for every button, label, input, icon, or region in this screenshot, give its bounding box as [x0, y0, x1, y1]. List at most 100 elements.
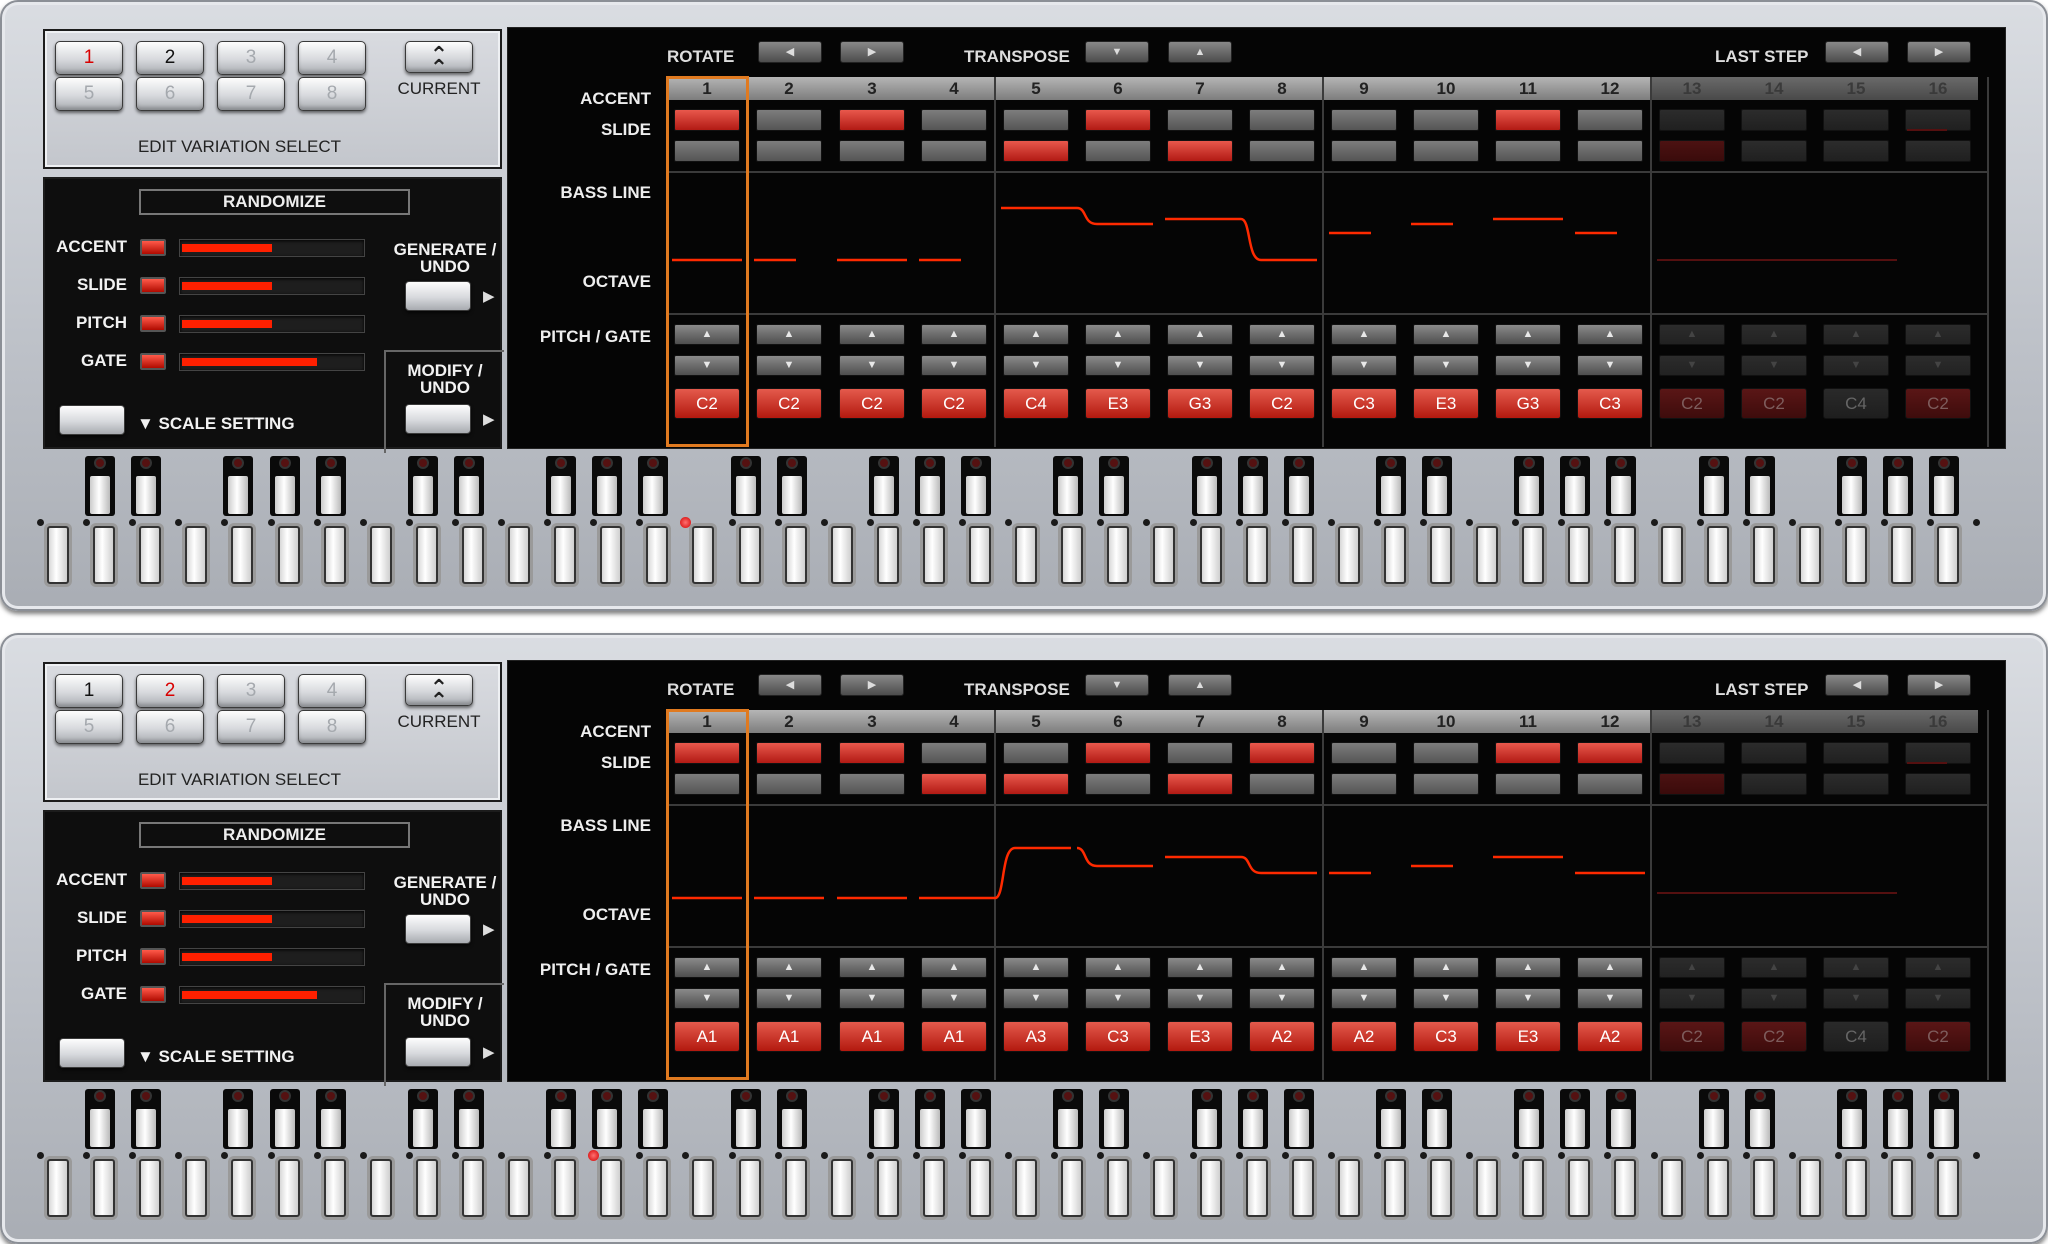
randomize-accent-toggle[interactable]: [140, 872, 166, 889]
white-key[interactable]: [323, 526, 346, 584]
black-key[interactable]: [638, 1089, 669, 1149]
white-key[interactable]: [830, 526, 853, 584]
white-key[interactable]: [461, 526, 484, 584]
white-key[interactable]: [1476, 526, 1499, 584]
black-key[interactable]: [730, 456, 761, 516]
black-key[interactable]: [1836, 456, 1867, 516]
white-key[interactable]: [93, 1159, 116, 1217]
randomize-pitch-slider[interactable]: [179, 315, 365, 333]
white-key[interactable]: [1199, 1159, 1222, 1217]
black-key[interactable]: [1375, 456, 1406, 516]
variation-button-6[interactable]: 6: [136, 710, 204, 744]
white-key[interactable]: [922, 1159, 945, 1217]
randomize-button[interactable]: RANDOMIZE: [139, 822, 410, 848]
black-key[interactable]: [131, 456, 162, 516]
black-key[interactable]: [961, 1089, 991, 1149]
black-key[interactable]: [592, 1089, 623, 1149]
black-key[interactable]: [1283, 456, 1314, 516]
white-key[interactable]: [508, 526, 530, 584]
black-key[interactable]: [914, 456, 945, 516]
black-key[interactable]: [1053, 456, 1084, 516]
white-key[interactable]: [1522, 1159, 1545, 1217]
black-key[interactable]: [315, 456, 346, 516]
white-key[interactable]: [47, 526, 69, 584]
randomize-gate-slider[interactable]: [179, 353, 365, 371]
current-button[interactable]: ⌃ ⌃: [405, 674, 473, 712]
white-key[interactable]: [1614, 526, 1637, 584]
white-key[interactable]: [1568, 1159, 1591, 1217]
randomize-gate-toggle[interactable]: [140, 986, 166, 1003]
variation-button-3[interactable]: 3: [217, 41, 285, 75]
white-key[interactable]: [554, 526, 577, 584]
black-key[interactable]: [1698, 1089, 1729, 1149]
black-key[interactable]: [223, 456, 254, 516]
randomize-button[interactable]: RANDOMIZE: [139, 189, 410, 215]
white-key[interactable]: [1061, 1159, 1084, 1217]
white-key[interactable]: [139, 526, 162, 584]
black-key[interactable]: [868, 1089, 899, 1149]
black-key[interactable]: [1283, 1089, 1314, 1149]
white-key[interactable]: [1937, 526, 1960, 584]
white-key[interactable]: [1706, 526, 1729, 584]
white-key[interactable]: [1568, 526, 1591, 584]
white-key[interactable]: [231, 1159, 254, 1217]
white-key[interactable]: [692, 1159, 715, 1217]
white-key[interactable]: [1937, 1159, 1960, 1217]
white-key[interactable]: [1844, 526, 1867, 584]
white-key[interactable]: [1430, 1159, 1452, 1217]
black-key[interactable]: [1237, 1089, 1268, 1149]
white-key[interactable]: [1015, 526, 1038, 584]
black-key[interactable]: [1514, 1089, 1545, 1149]
randomize-pitch-toggle[interactable]: [140, 315, 166, 332]
white-key[interactable]: [1107, 526, 1130, 584]
white-key[interactable]: [1061, 526, 1084, 584]
black-key[interactable]: [1422, 456, 1452, 516]
randomize-slide-toggle[interactable]: [140, 910, 166, 927]
white-key[interactable]: [461, 1159, 484, 1217]
scale-setting-label[interactable]: ▼ SCALE SETTING: [137, 409, 295, 439]
white-key[interactable]: [1153, 526, 1176, 584]
white-key[interactable]: [185, 526, 208, 584]
black-key[interactable]: [1698, 456, 1729, 516]
white-key[interactable]: [139, 1159, 162, 1217]
white-key[interactable]: [1706, 1159, 1729, 1217]
variation-button-6[interactable]: 6: [136, 77, 204, 111]
black-key[interactable]: [1237, 456, 1268, 516]
white-key[interactable]: [1476, 1159, 1499, 1217]
white-key[interactable]: [93, 526, 116, 584]
black-key[interactable]: [1191, 1089, 1222, 1149]
black-key[interactable]: [1883, 456, 1913, 516]
white-key[interactable]: [922, 526, 945, 584]
white-key[interactable]: [876, 1159, 899, 1217]
black-key[interactable]: [85, 456, 116, 516]
randomize-slide-toggle[interactable]: [140, 277, 166, 294]
white-key[interactable]: [1337, 526, 1360, 584]
variation-button-1[interactable]: 1: [55, 674, 123, 708]
black-key[interactable]: [1191, 456, 1222, 516]
modify-undo-button[interactable]: [405, 1037, 471, 1067]
white-key[interactable]: [47, 1159, 69, 1217]
black-key[interactable]: [638, 456, 669, 516]
white-key[interactable]: [1798, 526, 1821, 584]
black-key[interactable]: [1099, 1089, 1130, 1149]
white-key[interactable]: [1660, 1159, 1683, 1217]
randomize-accent-toggle[interactable]: [140, 239, 166, 256]
variation-button-8[interactable]: 8: [298, 77, 366, 111]
black-key[interactable]: [407, 1089, 438, 1149]
modify-undo-button[interactable]: [405, 404, 471, 434]
white-key[interactable]: [692, 526, 715, 584]
white-key[interactable]: [1430, 526, 1452, 584]
black-key[interactable]: [1560, 1089, 1591, 1149]
scale-setting-button[interactable]: [59, 1038, 125, 1068]
white-key[interactable]: [277, 526, 300, 584]
black-key[interactable]: [1053, 1089, 1084, 1149]
black-key[interactable]: [1606, 1089, 1637, 1149]
white-key[interactable]: [1107, 1159, 1130, 1217]
variation-button-7[interactable]: 7: [217, 710, 285, 744]
black-key[interactable]: [269, 1089, 300, 1149]
white-key[interactable]: [415, 1159, 438, 1217]
black-key[interactable]: [1099, 456, 1130, 516]
white-key[interactable]: [415, 526, 438, 584]
white-key[interactable]: [369, 1159, 392, 1217]
white-key[interactable]: [1291, 526, 1314, 584]
